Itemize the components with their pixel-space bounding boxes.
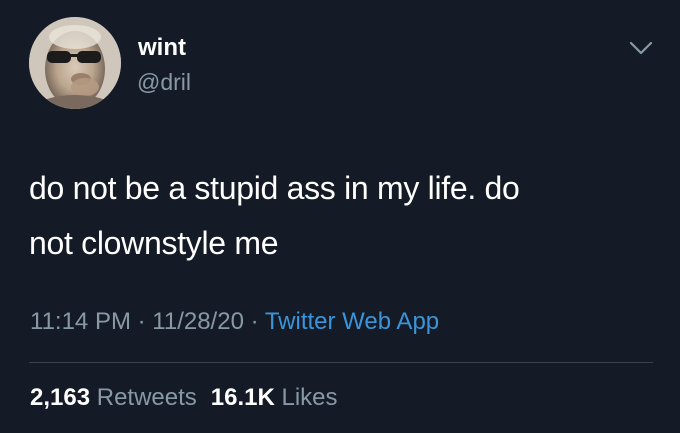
tweet-text-line: not clownstyle me bbox=[29, 225, 279, 261]
tweet-text-line: do not be a stupid ass in my life. do bbox=[29, 170, 520, 206]
likes-count: 16.1K bbox=[210, 384, 275, 411]
likes-label: Likes bbox=[281, 384, 338, 411]
user-handle[interactable]: @dril bbox=[137, 68, 191, 96]
retweets-count: 2,163 bbox=[30, 384, 91, 411]
separator-dot: · bbox=[243, 308, 265, 335]
tweet-text: do not be a stupid ass in my life. do no… bbox=[29, 161, 649, 271]
separator-dot: · bbox=[130, 308, 153, 335]
tweet-card: wint @dril do not be a stupid ass in my … bbox=[0, 0, 680, 433]
likes-stat[interactable]: 16.1K Likes bbox=[211, 384, 338, 411]
tweet-source-link[interactable]: Twitter Web App bbox=[265, 308, 439, 335]
tweet-date[interactable]: 11/28/20 bbox=[152, 308, 244, 335]
avatar[interactable] bbox=[29, 17, 121, 109]
tweet-metadata: 11:14 PM · 11/28/20 · Twitter Web App bbox=[30, 307, 439, 337]
retweets-stat[interactable]: 2,163 Retweets bbox=[30, 384, 197, 411]
retweets-label: Retweets bbox=[96, 384, 197, 411]
divider bbox=[29, 362, 653, 363]
display-name[interactable]: wint bbox=[138, 34, 186, 62]
chevron-down-icon[interactable] bbox=[628, 38, 654, 58]
engagement-stats: 2,163 Retweets 16.1K Likes bbox=[30, 383, 338, 413]
avatar-photo bbox=[29, 17, 121, 109]
tweet-time[interactable]: 11:14 PM bbox=[30, 308, 131, 335]
